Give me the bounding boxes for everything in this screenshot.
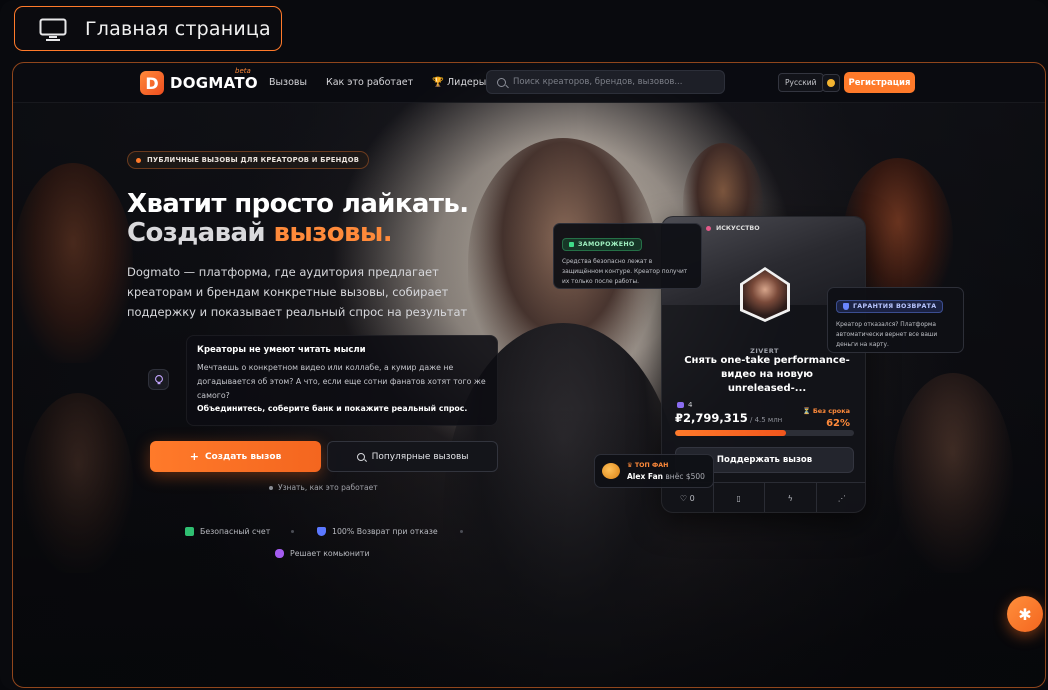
coin-button[interactable] <box>822 74 840 92</box>
progress-bar <box>675 430 854 436</box>
shield-icon <box>317 527 326 536</box>
progress-fill <box>675 430 786 436</box>
frozen-text: Средства безопасно лежат в защищённом ко… <box>562 259 688 285</box>
problem-call: Объединитесь, соберите банк и покажите р… <box>197 404 468 413</box>
backers-value: 4 <box>688 401 693 409</box>
create-challenge-button[interactable]: + Создать вызов <box>150 441 321 472</box>
search-input[interactable] <box>513 77 713 87</box>
trust-label: Решает комьюнити <box>290 549 370 558</box>
floating-action-button[interactable]: ✱ <box>1007 596 1043 632</box>
nav-link-challenges[interactable]: Вызовы <box>269 77 307 88</box>
trust-label: Безопасный счет <box>200 527 271 536</box>
hero-title-line2a: Создавай <box>127 218 274 248</box>
window-title-tab[interactable]: Главная страница <box>14 6 282 51</box>
nav-link-how-it-works[interactable]: Как это работает <box>326 77 413 88</box>
category-label: ИСКУССТВО <box>716 225 760 232</box>
separator-dot <box>460 530 463 533</box>
nav-link-leaders-label: Лидеры <box>447 77 487 88</box>
top-fan-card: ♛ ТОП ФАН Alex Fan внёс $500 <box>594 454 714 488</box>
hero-description: Dogmato — платформа, где аудитория предл… <box>127 265 468 319</box>
window-title: Главная страница <box>85 17 271 40</box>
problem-text: Мечтаешь о конкретном видео или коллабе,… <box>197 363 486 400</box>
hero-title-line1: Хватит просто лайкать. <box>127 189 469 219</box>
frozen-badge-label: ЗАМОРОЖЕНО <box>578 241 635 248</box>
bookmark-button[interactable]: ▯ <box>714 483 765 512</box>
register-button[interactable]: Регистрация <box>844 72 915 93</box>
create-challenge-label: Создать вызов <box>204 451 282 462</box>
category-dot-icon <box>706 226 711 231</box>
frozen-badge: ЗАМОРОЖЕНО <box>562 238 642 251</box>
logo[interactable]: D DOGMATO beta <box>140 67 258 95</box>
raised-value: ₽2,799,315 <box>675 411 748 425</box>
search-icon <box>497 77 506 87</box>
plus-icon: + <box>189 450 199 463</box>
backers-count: 4 <box>677 401 692 409</box>
nav-links: Вызовы Как это работает 🏆 Лидеры <box>269 77 486 88</box>
sparkle-icon: ✱ <box>1018 604 1032 624</box>
hero-title-accent: вызовы. <box>273 218 393 248</box>
people-icon <box>677 402 684 408</box>
coin-icon <box>827 79 835 87</box>
beta-label: beta <box>235 67 251 75</box>
share-icon: ⋰ <box>837 494 846 503</box>
hero-pill-text: ПУБЛИЧНЫЕ ВЫЗОВЫ ДЛЯ КРЕАТОРОВ И БРЕНДОВ <box>147 156 360 164</box>
hero-title: Хватит просто лайкать. Создавай вызовы. <box>127 189 469 248</box>
language-select[interactable]: Русский <box>778 73 824 92</box>
trust-refund: 100% Возврат при отказе <box>317 527 438 536</box>
trust-safe-account: Безопасный счет <box>185 527 270 536</box>
boost-button[interactable]: ϟ <box>765 483 817 512</box>
deadline: ⏳ Без срока <box>802 407 850 415</box>
web-page: D DOGMATO beta Вызовы Как это работает 🏆… <box>13 63 1045 687</box>
nav-link-leaders[interactable]: 🏆 Лидеры <box>432 77 486 88</box>
problem-title: Креаторы не умеют читать мысли <box>197 345 366 355</box>
popular-challenges-label: Популярные вызовы <box>371 451 469 462</box>
frozen-funds-card: ЗАМОРОЖЕНО Средства безопасно лежат в за… <box>553 223 702 289</box>
problem-card: Креаторы не умеют читать мысли Мечтаешь … <box>186 335 498 426</box>
shield-icon <box>843 303 849 310</box>
search-icon <box>356 452 365 461</box>
goal-value: / 4.5 млн <box>747 416 783 424</box>
coin-icon <box>602 463 620 479</box>
likes-count: 0 <box>689 494 695 503</box>
separator-dot <box>291 530 294 533</box>
logo-text: DOGMATO <box>170 74 258 92</box>
top-fan-name-text: Alex Fan <box>627 471 663 481</box>
dot-icon <box>136 157 141 163</box>
logo-mark: D <box>140 71 164 95</box>
top-navbar: D DOGMATO beta Вызовы Как это работает 🏆… <box>13 63 1045 103</box>
deadline-label: Без срока <box>812 407 850 415</box>
search-box[interactable] <box>486 70 725 94</box>
top-fan-label-text: ТОП ФАН <box>634 461 669 469</box>
refund-badge: ГАРАНТИЯ ВОЗВРАТА <box>836 300 944 313</box>
progress-percent: 62% <box>826 418 850 429</box>
lock-icon <box>569 242 574 247</box>
share-button[interactable]: ⋰ <box>817 483 866 512</box>
top-fan-amount: внёс $500 <box>663 471 705 481</box>
people-icon <box>275 549 284 558</box>
popular-challenges-button[interactable]: Популярные вызовы <box>327 441 498 472</box>
refund-guarantee-card: ГАРАНТИЯ ВОЗВРАТА Креатор отказался? Пла… <box>827 287 964 353</box>
bookmark-icon: ▯ <box>736 494 741 503</box>
learn-link[interactable]: Узнать, как это работает <box>269 483 378 492</box>
trophy-icon: 🏆 <box>432 77 444 88</box>
lock-icon <box>185 527 194 536</box>
learn-link-label: Узнать, как это работает <box>278 483 378 492</box>
lightning-icon: ϟ <box>787 494 793 503</box>
top-fan-label: ♛ ТОП ФАН <box>627 461 669 469</box>
raised-amount: ₽2,799,315 / 4.5 млн <box>675 411 782 425</box>
heart-icon: ♡ <box>679 494 688 503</box>
refund-text: Креатор отказался? Платформа автоматичес… <box>836 322 938 348</box>
category-badge: ИСКУССТВО <box>706 225 760 232</box>
monitor-icon <box>39 18 67 41</box>
hero-pill: ПУБЛИЧНЫЕ ВЫЗОВЫ ДЛЯ КРЕАТОРОВ И БРЕНДОВ <box>127 151 370 169</box>
trust-community: Решает комьюнити <box>275 549 370 558</box>
app-frame: Главная страница D DOGMATO beta Вызовы К… <box>0 0 1048 690</box>
lightbulb-icon <box>148 369 169 390</box>
dot-icon <box>269 485 273 490</box>
challenge-title[interactable]: Снять one-take performance-видео на нову… <box>682 354 852 396</box>
trust-label: 100% Возврат при отказе <box>332 527 438 536</box>
top-fan-name: Alex Fan внёс $500 <box>627 472 705 481</box>
refund-badge-label: ГАРАНТИЯ ВОЗВРАТА <box>853 303 937 310</box>
